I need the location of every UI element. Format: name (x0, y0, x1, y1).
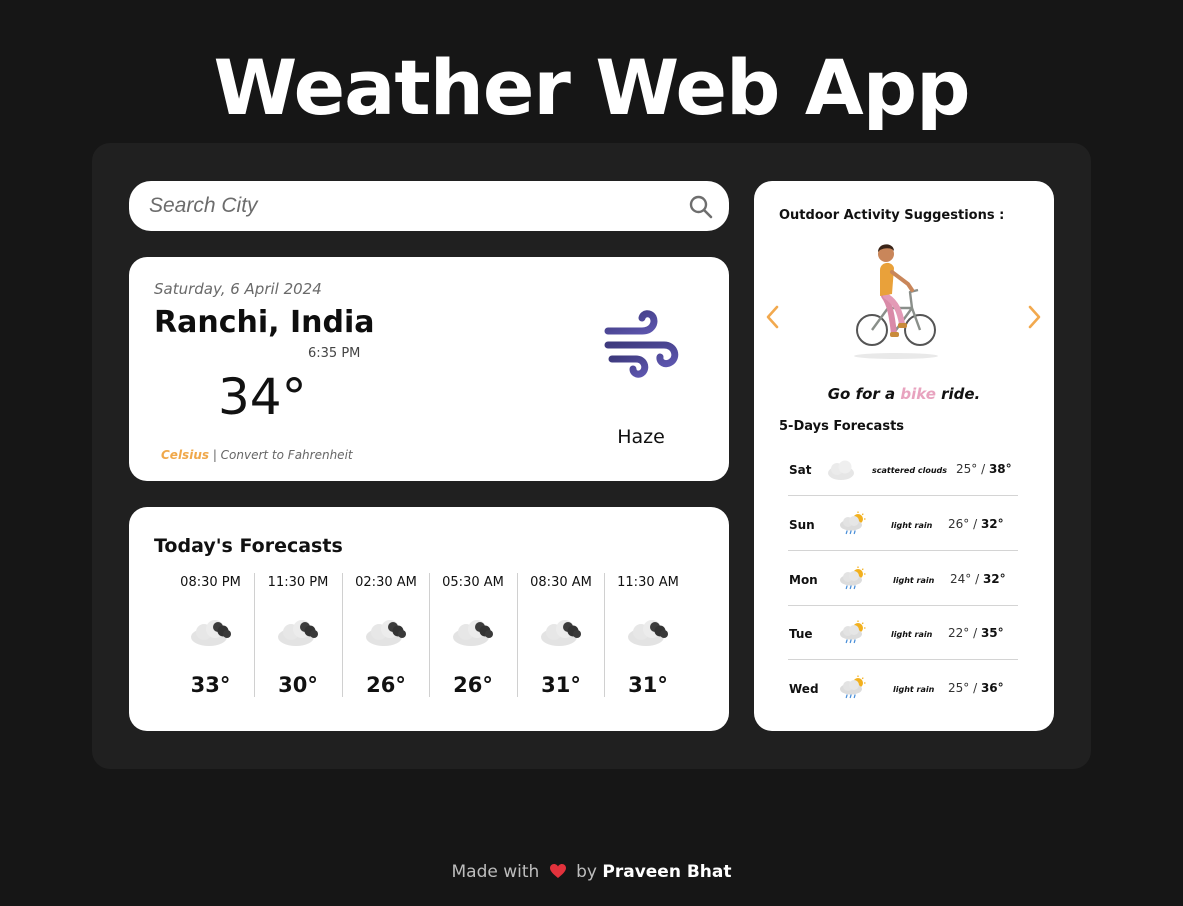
light-rain-icon (840, 620, 866, 644)
hour-time: 05:30 AM (442, 575, 504, 590)
day-min-temp: 24° (950, 572, 972, 586)
footer: Made with by Praveen Bhat (0, 862, 1183, 882)
hour-temperature: 31° (541, 673, 581, 697)
hour-time: 11:30 PM (267, 575, 329, 590)
day-min-temp: 22° (948, 626, 970, 640)
day-temperature-range: 22° / 35° (948, 626, 1004, 640)
daily-forecast-row: Sat scattered clouds 25° / 38° (788, 442, 1018, 496)
light-rain-icon (840, 675, 866, 699)
cloudy-icon (278, 620, 318, 646)
day-temperature-range: 26° / 32° (948, 517, 1004, 531)
day-description: light rain (893, 576, 935, 585)
chevron-right-icon[interactable] (1025, 303, 1045, 331)
daily-forecast-row: Tue light rain 22° / 35° (788, 606, 1018, 660)
current-location: Ranchi, India (154, 305, 375, 340)
day-max-temp: 32° (982, 572, 1006, 586)
temp-separator: / (977, 462, 989, 476)
caption-prefix: Go for a (827, 385, 901, 403)
day-max-temp: 32° (980, 517, 1004, 531)
caption-suffix: ride. (935, 385, 981, 403)
hourly-forecast-item: 11:30 AM 31° (604, 573, 691, 697)
cyclist-illustration (854, 244, 938, 359)
day-min-temp: 26° (948, 517, 970, 531)
day-description: scattered clouds (872, 466, 948, 475)
hour-time: 08:30 PM (180, 575, 241, 590)
day-description: light rain (891, 630, 933, 639)
hour-time: 02:30 AM (355, 575, 417, 590)
scattered-clouds-icon (828, 460, 854, 480)
hour-temperature: 33° (190, 673, 231, 697)
celsius-unit[interactable]: Celsius (161, 448, 209, 462)
current-time: 6:35 PM (308, 346, 361, 361)
hour-time: 11:30 AM (617, 575, 679, 590)
wind-icon (604, 310, 679, 378)
cloudy-icon (453, 620, 493, 646)
current-date: Saturday, 6 April 2024 (154, 280, 322, 298)
hourly-forecast-item: 08:30 PM 33° (167, 573, 254, 697)
five-day-title: 5-Days Forecasts (779, 419, 905, 434)
cloudy-icon (628, 620, 668, 646)
app-title: Weather Web App (213, 43, 970, 132)
hour-temperature: 31° (628, 673, 668, 697)
daily-forecast-row: Wed light rain 25° / 36° (788, 661, 1018, 715)
heart-icon (549, 864, 566, 878)
day-name: Sun (789, 518, 815, 532)
footer-by: by (576, 862, 597, 882)
cloudy-icon (366, 620, 406, 646)
day-name: Wed (789, 682, 819, 696)
day-description: light rain (893, 685, 935, 694)
day-name: Mon (789, 573, 818, 587)
day-temperature-range: 25° / 38° (956, 462, 1012, 476)
today-forecast-title: Today's Forecasts (154, 535, 343, 557)
daily-forecast-row: Mon light rain 24° / 32° (788, 552, 1018, 606)
temp-separator: / (969, 626, 981, 640)
day-name: Tue (789, 627, 813, 641)
day-min-temp: 25° (948, 681, 970, 695)
activity-title: Outdoor Activity Suggestions : (779, 208, 1005, 223)
unit-separator: | (209, 448, 221, 462)
search-input[interactable] (149, 191, 669, 221)
current-condition: Haze (617, 426, 665, 448)
footer-author[interactable]: Praveen Bhat (602, 862, 731, 882)
search-icon[interactable] (688, 194, 714, 220)
activity-caption: Go for a bike ride. (754, 385, 1054, 403)
day-temperature-range: 25° / 36° (948, 681, 1004, 695)
temp-separator: / (969, 681, 981, 695)
hourly-forecast-item: 11:30 PM 30° (254, 573, 341, 697)
day-min-temp: 25° (956, 462, 978, 476)
hour-temperature: 26° (366, 673, 406, 697)
hourly-forecast-item: 02:30 AM 26° (342, 573, 429, 697)
day-max-temp: 36° (980, 681, 1004, 695)
hour-temperature: 26° (453, 673, 493, 697)
light-rain-icon (840, 511, 866, 535)
hourly-forecast-item: 08:30 AM 31° (517, 573, 604, 697)
caption-highlight: bike (900, 385, 936, 403)
chevron-left-icon[interactable] (762, 303, 782, 331)
hourly-forecast-item: 05:30 AM 26° (429, 573, 516, 697)
cloudy-icon (541, 620, 581, 646)
hour-temperature: 30° (278, 673, 318, 697)
hour-time: 08:30 AM (530, 575, 592, 590)
unit-toggle: Celsius | Convert to Fahrenheit (161, 448, 353, 462)
day-temperature-range: 24° / 32° (950, 572, 1006, 586)
current-temperature: 34° (218, 368, 307, 426)
footer-prefix: Made with (451, 862, 540, 882)
day-max-temp: 38° (988, 462, 1012, 476)
convert-fahrenheit-link[interactable]: Convert to Fahrenheit (221, 448, 353, 462)
search-bar[interactable] (129, 181, 729, 231)
temp-separator: / (971, 572, 983, 586)
cloudy-icon (190, 620, 231, 646)
day-name: Sat (789, 463, 812, 477)
day-max-temp: 35° (980, 626, 1004, 640)
light-rain-icon (840, 566, 866, 590)
day-description: light rain (891, 521, 933, 530)
temp-separator: / (969, 517, 981, 531)
daily-forecast-row: Sun light rain 26° / 32° (788, 497, 1018, 551)
